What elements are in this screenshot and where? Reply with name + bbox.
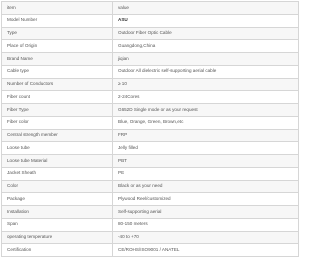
row-value: Plywood Reel/customized [112, 192, 299, 206]
table-row: Type Outdoor Fiber Optic Cable [1, 26, 299, 41]
row-value: 2-24Cores [112, 90, 299, 104]
table-row: Loose tube Material PBT [1, 154, 299, 168]
row-key: Type [1, 26, 113, 41]
table-row: Central strength member FRP [1, 128, 299, 143]
table-row: Model Number ASU [1, 13, 299, 28]
row-value: FRP [112, 128, 299, 143]
row-key: Central strength member [1, 128, 113, 143]
table-row: Brand Name jiqian [1, 52, 299, 66]
row-value: Black or as your need [112, 179, 299, 194]
table-row: Installation Self-supporting aerial [1, 205, 299, 219]
table-row: Package Plywood Reel/customized [1, 192, 299, 206]
table-row: Jacket Sheath PE [1, 166, 299, 181]
table-row: Loose tube Jelly filled [1, 141, 299, 155]
row-value: jiqian [112, 52, 299, 66]
table-row: Fiber count 2-24Cores [1, 90, 299, 104]
row-value: G652D Single mode or as your request [112, 103, 299, 117]
row-value: ASU [112, 13, 299, 28]
table-row: Number of Conductors ≥ 10 [1, 77, 299, 92]
spec-table: item value Model Number ASU Type Outdoor… [1, 1, 299, 257]
table-row: operating temperature -40 to +70 [1, 230, 299, 245]
row-value: Self-supporting aerial [112, 205, 299, 219]
row-key: Place of Origin [1, 39, 113, 53]
row-value: Guangdong,China [112, 39, 299, 53]
row-key: Certification [1, 243, 113, 257]
row-key: Installation [1, 205, 113, 219]
row-key: Brand Name [1, 52, 113, 66]
table-row: Certification CE/ROHS/ISO9001 / ANATEL [1, 243, 299, 257]
table-row: Span 80-150 meters [1, 217, 299, 232]
row-value: Outdoor All dielectric self-supporting a… [112, 64, 299, 79]
row-key: Number of Conductors [1, 77, 113, 92]
row-value: Jelly filled [112, 141, 299, 155]
row-key: Loose tube [1, 141, 113, 155]
row-key: operating temperature [1, 230, 113, 245]
row-key: Fiber count [1, 90, 113, 104]
row-key: Package [1, 192, 113, 206]
row-key: Fiber Type [1, 103, 113, 117]
spec-sheet: item value Model Number ASU Type Outdoor… [1, 1, 299, 257]
table-row: Fiber color Blue, Orange, Green, Brown,e… [1, 115, 299, 130]
row-key: Fiber color [1, 115, 113, 130]
header-item-cell: item [1, 1, 113, 15]
table-row: Place of Origin Guangdong,China [1, 39, 299, 53]
row-key: Model Number [1, 13, 113, 28]
table-header-row: item value [1, 1, 299, 15]
row-key: Span [1, 217, 113, 232]
table-row: Cable type Outdoor All dielectric self-s… [1, 64, 299, 79]
row-value: PE [112, 166, 299, 181]
table-row: Color Black or as your need [1, 179, 299, 194]
table-row: Fiber Type G652D Single mode or as your … [1, 103, 299, 117]
row-value: CE/ROHS/ISO9001 / ANATEL [112, 243, 299, 257]
row-key: Jacket Sheath [1, 166, 113, 181]
row-key: Cable type [1, 64, 113, 79]
row-value: ≥ 10 [112, 77, 299, 92]
row-key: Loose tube Material [1, 154, 113, 168]
header-value-cell: value [112, 1, 299, 15]
row-value: -40 to +70 [112, 230, 299, 245]
row-value: Outdoor Fiber Optic Cable [112, 26, 299, 41]
row-value: Blue, Orange, Green, Brown,etc [112, 115, 299, 130]
row-value: 80-150 meters [112, 217, 299, 232]
row-value: PBT [112, 154, 299, 168]
row-key: Color [1, 179, 113, 194]
